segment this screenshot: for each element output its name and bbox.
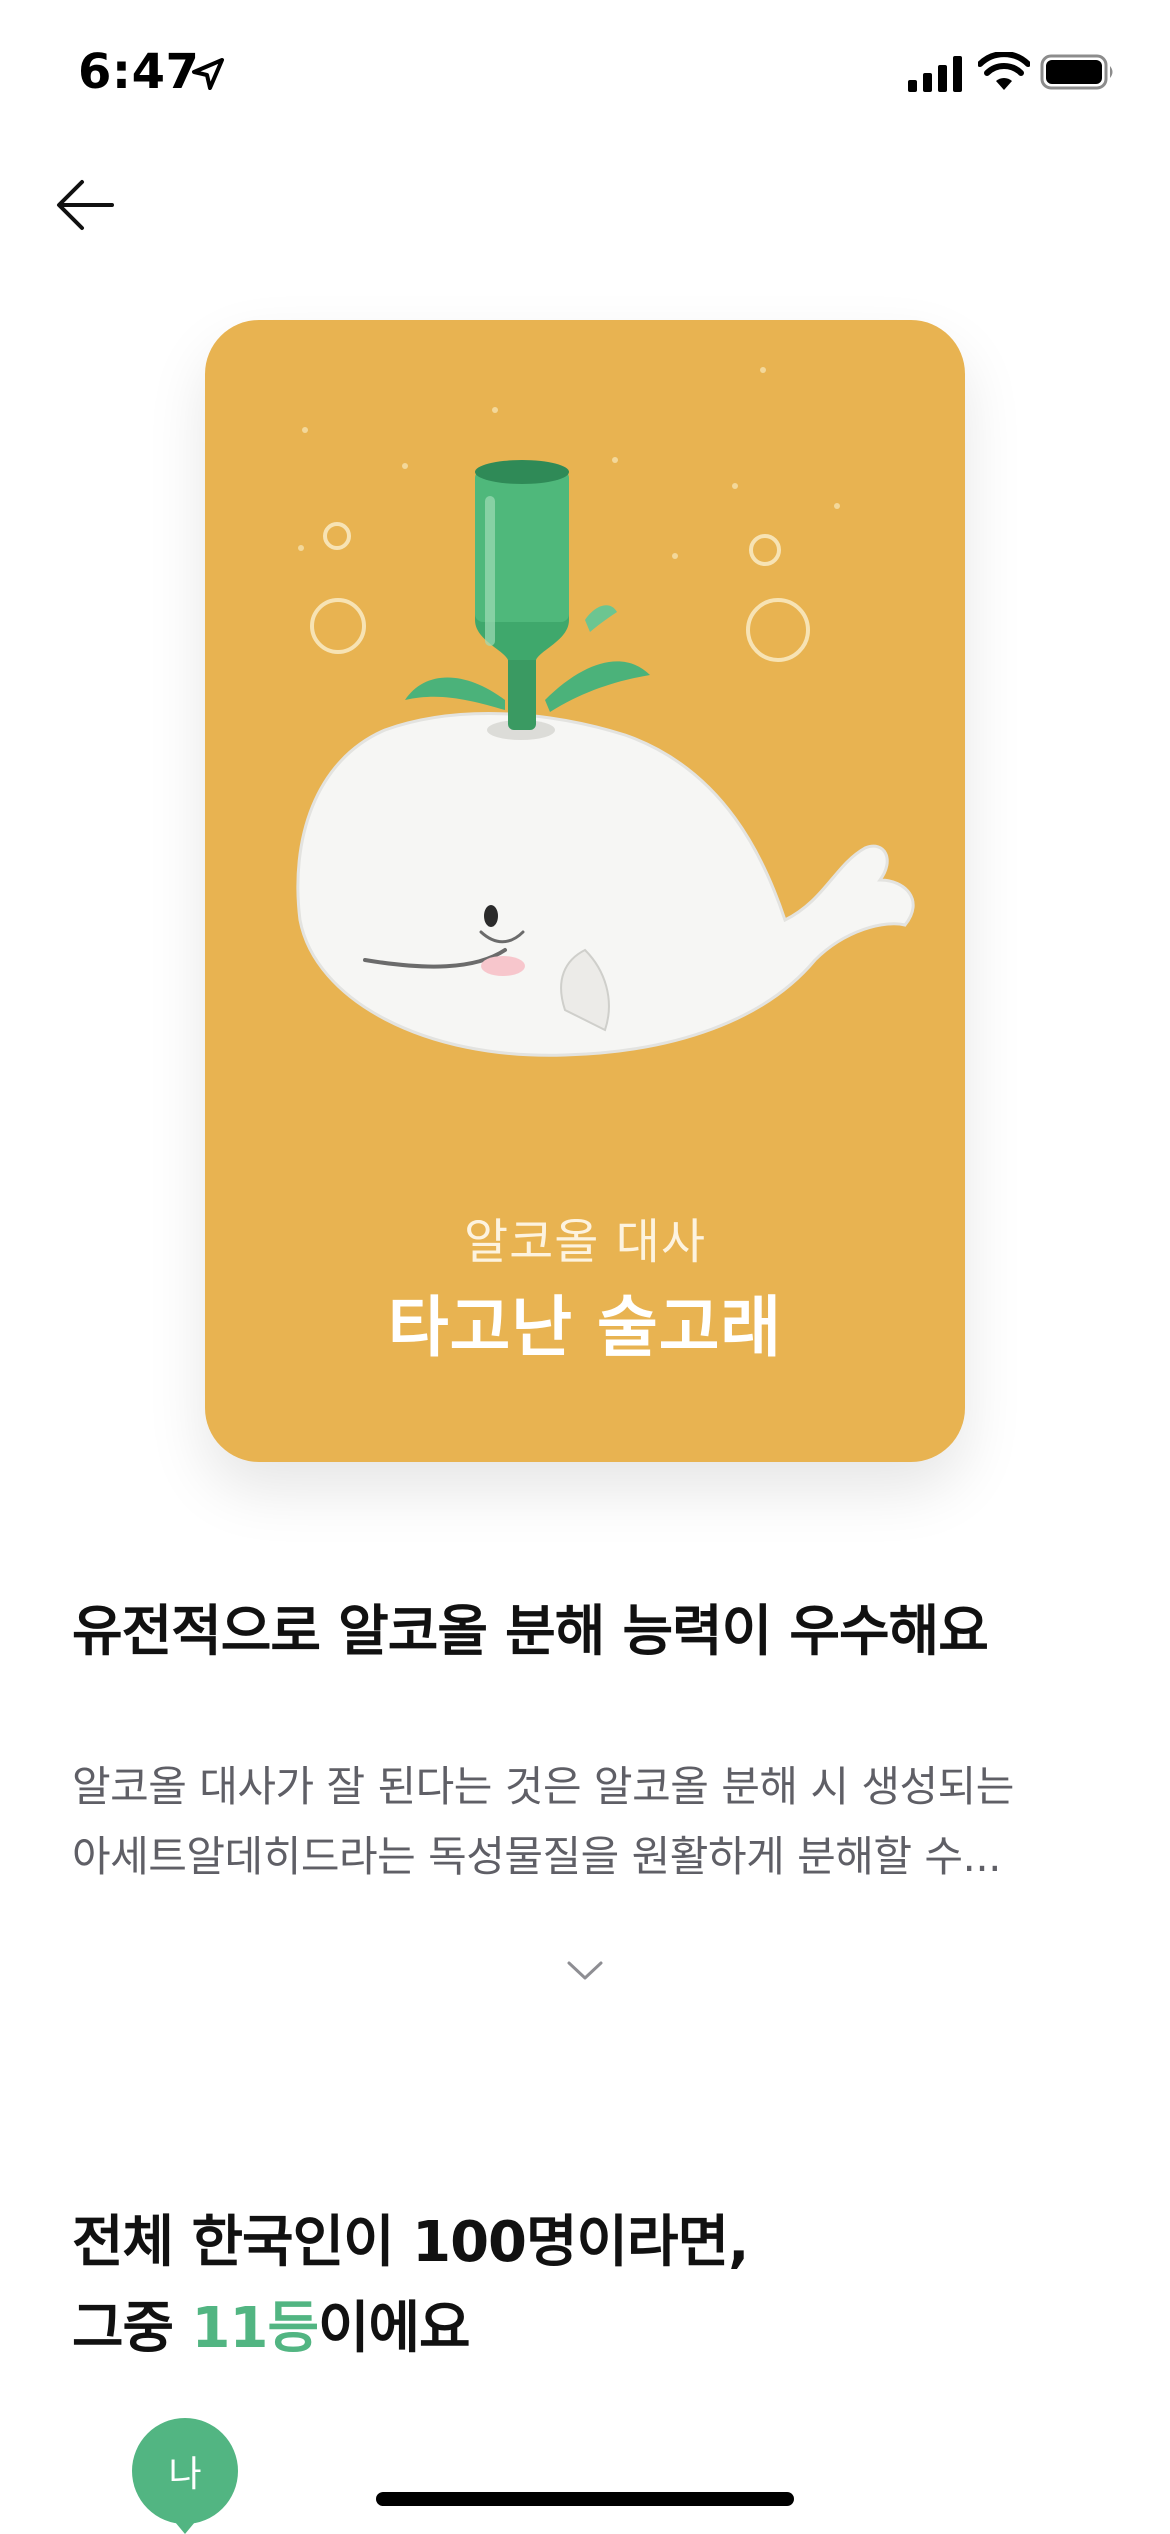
card-title: 타고난 술고래 xyxy=(387,1289,783,1366)
rank-suffix: 이에요 xyxy=(318,2296,471,2361)
status-bar: 6:47 xyxy=(0,0,1170,150)
expand-button[interactable] xyxy=(555,1950,615,1990)
me-marker-pointer xyxy=(170,2516,200,2534)
chevron-down-icon xyxy=(567,1961,603,1980)
home-indicator xyxy=(376,2492,794,2506)
description-line-2: 아세트알데히드라는 독성물질을 원활하게 분해할 수... xyxy=(72,1832,1002,1881)
section-heading: 유전적으로 알코올 분해 능력이 우수해요 xyxy=(72,1599,989,1663)
wifi-icon xyxy=(978,52,1030,90)
description-text: 알코올 대사가 잘 된다는 것은 알코올 분해 시 생성되는 아세트알데히드라는… xyxy=(72,1752,1092,1892)
rank-heading-line-1: 전체 한국인이 100명이라면, xyxy=(72,2210,749,2275)
status-time: 6:47 xyxy=(78,44,200,100)
back-button[interactable] xyxy=(40,170,130,240)
rank-prefix: 그중 xyxy=(72,2296,192,2361)
card-subtitle: 알코올 대사 xyxy=(463,1214,707,1270)
location-arrow-icon xyxy=(192,58,224,90)
arrow-left-icon xyxy=(57,180,114,230)
battery-icon xyxy=(1040,54,1113,90)
cellular-signal-icon xyxy=(908,56,962,92)
result-card: 알코올 대사 타고난 술고래 xyxy=(205,320,965,1462)
description-line-1: 알코올 대사가 잘 된다는 것은 알코올 분해 시 생성되는 xyxy=(72,1762,1014,1811)
rank-heading: 전체 한국인이 100명이라면, 그중 11등이에요 xyxy=(72,2200,749,2372)
whale-illustration xyxy=(296,367,915,1057)
rank-number: 11등 xyxy=(191,2296,319,2361)
rank-heading-line-2: 그중 11등이에요 xyxy=(72,2286,748,2372)
me-marker: 나 xyxy=(132,2418,238,2524)
